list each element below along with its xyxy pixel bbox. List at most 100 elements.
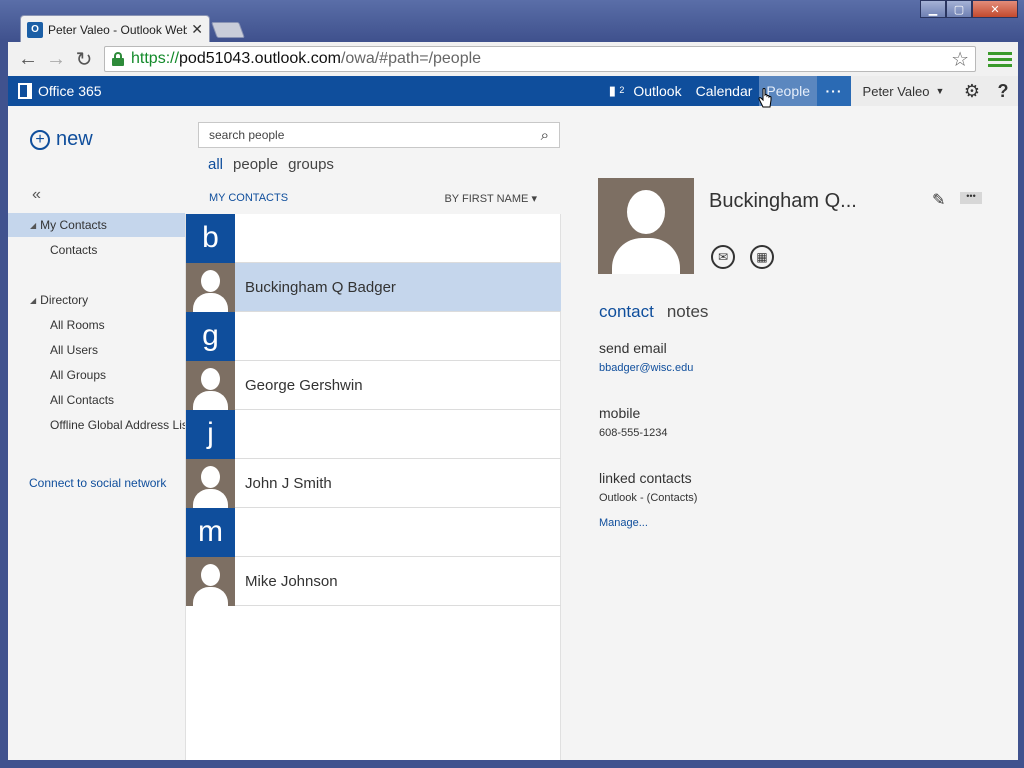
browser-toolbar: ← → ↻ https://pod51043.outlook.com/owa/#… [8, 42, 1018, 76]
folder-label: All Users [50, 343, 99, 357]
folder-all-contacts[interactable]: All Contacts [8, 388, 185, 412]
filter-all[interactable]: all [208, 156, 223, 173]
folder-directory[interactable]: ◢ Directory [8, 288, 185, 312]
collapse-pane-button[interactable]: « [32, 186, 41, 204]
gear-icon[interactable]: ⚙ [956, 76, 988, 106]
user-menu[interactable]: Peter Valeo ▼ [851, 76, 956, 106]
browser-menu-icon[interactable] [988, 47, 1012, 71]
back-button[interactable]: ← [14, 45, 42, 73]
email-link[interactable]: bbadger@wisc.edu [599, 362, 693, 374]
more-options-icon[interactable]: ••• [960, 192, 982, 204]
search-box[interactable]: search people ⌕ [198, 122, 560, 148]
office-logo-icon [18, 83, 32, 99]
help-icon[interactable]: ? [988, 76, 1018, 106]
outlook-favicon-icon: O [27, 21, 43, 38]
url-path: /owa/#path=/people [340, 50, 482, 67]
avatar [186, 360, 235, 410]
new-label: new [56, 128, 93, 150]
maximize-button[interactable]: ▢ [946, 0, 972, 18]
notification-icon: ▮ [608, 83, 616, 98]
brand-label: Office 365 [38, 83, 102, 99]
avatar [186, 262, 235, 312]
new-tab-button[interactable] [211, 22, 245, 38]
search-input[interactable]: search people [209, 128, 541, 142]
folder-all-rooms[interactable]: All Rooms [8, 313, 185, 337]
contact-name: Buckingham Q Badger [245, 278, 396, 296]
nav-calendar[interactable]: Calendar [689, 76, 760, 106]
folder-label: All Contacts [50, 393, 115, 407]
bookmark-star-icon[interactable]: ☆ [951, 47, 969, 72]
chevron-down-icon: ▼ [935, 86, 945, 96]
folder-all-groups[interactable]: All Groups [8, 363, 185, 387]
folder-label: All Rooms [50, 318, 105, 332]
search-icon[interactable]: ⌕ [541, 127, 549, 144]
tab-strip: O Peter Valeo - Outlook Web ✕ ▁ ▢ ✕ [0, 0, 1024, 43]
letter-header-row: g [186, 311, 561, 361]
letter-tile: b [186, 213, 235, 263]
new-contact-button[interactable]: + new [30, 128, 93, 151]
connect-social-link[interactable]: Connect to social network [29, 476, 166, 490]
url-text[interactable]: https://pod51043.outlook.com/owa/#path=/… [131, 50, 951, 68]
pencil-icon[interactable]: ✎ [932, 190, 945, 210]
contact-row[interactable]: George Gershwin [186, 360, 561, 410]
owa-page: Office 365 ▮ 2 Outlook Calendar People ·… [8, 76, 1018, 760]
expand-triangle-icon: ◢ [30, 220, 37, 230]
folder-label: Offline Global Address Lis [50, 418, 185, 432]
nav-outlook[interactable]: Outlook [626, 76, 688, 106]
tab-contact[interactable]: contact [599, 302, 654, 322]
linked-contacts-value: Outlook - (Contacts) [599, 492, 698, 504]
list-section-title: MY CONTACTS [209, 192, 289, 204]
contact-display-name: Buckingham Q... [709, 190, 857, 212]
folder-my-contacts[interactable]: ◢ My Contacts [8, 213, 185, 237]
detail-tabs: contact notes [599, 302, 708, 322]
folder-pane: + new « ◢ My Contacts Contacts ◢ Directo… [8, 106, 185, 760]
contact-row[interactable]: John J Smith [186, 458, 561, 508]
user-name: Peter Valeo [862, 83, 930, 99]
list-header: search people ⌕ all people groups MY CON… [185, 106, 561, 214]
folder-label: My Contacts [40, 218, 107, 232]
contact-list: b Buckingham Q Badger g George Gershwin … [185, 213, 561, 760]
close-window-button[interactable]: ✕ [972, 0, 1018, 18]
expand-triangle-icon: ◢ [30, 295, 37, 305]
office365-logo[interactable]: Office 365 [8, 83, 102, 99]
folder-contacts[interactable]: Contacts [8, 238, 185, 262]
forward-button[interactable]: → [42, 45, 70, 73]
address-bar[interactable]: https://pod51043.outlook.com/owa/#path=/… [104, 46, 976, 72]
chevron-down-icon: ▾ [531, 193, 537, 205]
email-label: send email [599, 340, 667, 356]
folder-label: Directory [40, 293, 89, 307]
notifications-button[interactable]: ▮ 2 [598, 83, 626, 99]
sort-dropdown[interactable]: BY FIRST NAME ▾ [444, 192, 537, 205]
reload-button[interactable]: ↻ [70, 45, 98, 73]
letter-tile: j [186, 409, 235, 459]
sort-row: MY CONTACTS BY FIRST NAME ▾ [209, 192, 537, 205]
minimize-button[interactable]: ▁ [920, 0, 946, 18]
letter-tile: m [186, 507, 235, 557]
contact-name: John J Smith [245, 474, 332, 492]
window-controls: ▁ ▢ ✕ [920, 0, 1018, 18]
manage-link[interactable]: Manage... [599, 517, 648, 529]
linked-contacts-label: linked contacts [599, 470, 692, 486]
tab-close-icon[interactable]: ✕ [191, 21, 203, 38]
filter-people[interactable]: people [233, 156, 278, 173]
contact-photo [598, 178, 694, 274]
folder-all-users[interactable]: All Users [8, 338, 185, 362]
email-icon[interactable]: ✉ [711, 245, 735, 269]
nav-right: ▮ 2 Outlook Calendar People ··· Peter Va… [598, 76, 1018, 106]
filter-groups[interactable]: groups [288, 156, 334, 173]
sort-label: BY FIRST NAME [444, 193, 529, 205]
office365-nav-bar: Office 365 ▮ 2 Outlook Calendar People ·… [8, 76, 1018, 106]
letter-header-row: m [186, 507, 561, 557]
letter-tile: g [186, 311, 235, 361]
avatar [186, 458, 235, 508]
browser-tab[interactable]: O Peter Valeo - Outlook Web ✕ [20, 15, 210, 43]
contact-detail-pane: Buckingham Q... ✎ ••• ✉ ▦ contact notes … [561, 106, 1018, 760]
mobile-value: 608-555-1234 [599, 427, 668, 439]
contact-row[interactable]: Mike Johnson [186, 556, 561, 606]
contact-row[interactable]: Buckingham Q Badger [186, 262, 561, 312]
letter-header-row: j [186, 409, 561, 459]
folder-offline-gal[interactable]: Offline Global Address Lis [8, 413, 185, 437]
tab-notes[interactable]: notes [667, 302, 709, 322]
more-apps-button[interactable]: ··· [817, 76, 851, 106]
calendar-icon[interactable]: ▦ [750, 245, 774, 269]
